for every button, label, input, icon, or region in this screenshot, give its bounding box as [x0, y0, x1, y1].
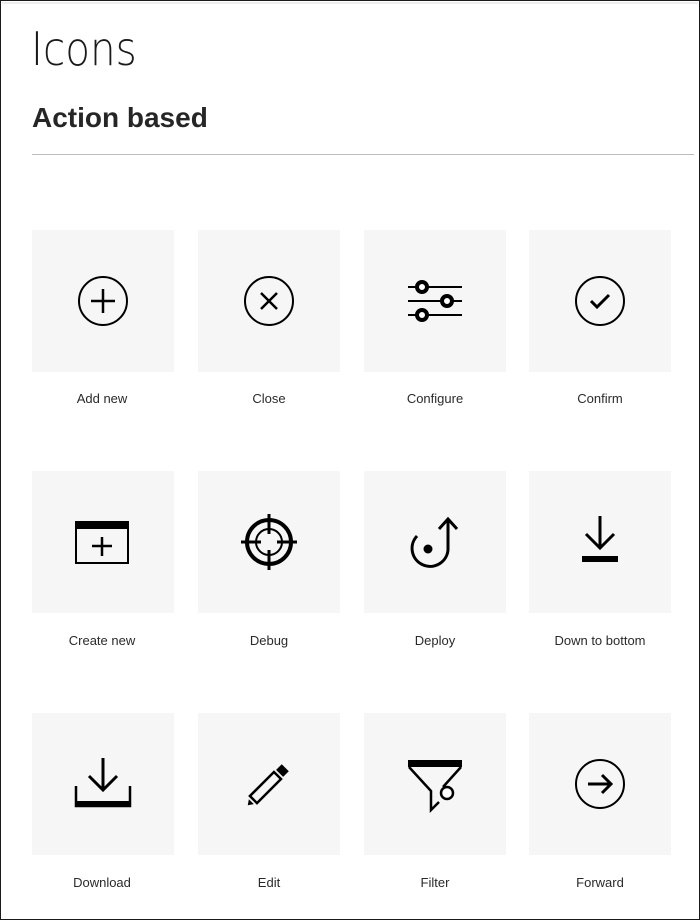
icon-label: Download [73, 875, 131, 890]
section-divider [32, 154, 694, 155]
icon-tile-download[interactable] [32, 713, 174, 855]
icon-label: Close [252, 391, 286, 406]
crosshair-icon [241, 514, 297, 570]
new-window-icon [75, 521, 129, 564]
icon-tile-edit[interactable] [198, 713, 340, 855]
icon-tile-create-new[interactable] [32, 471, 174, 613]
checkmark-circle-icon [575, 276, 625, 326]
icon-label: Create new [68, 633, 136, 648]
down-to-bottom-icon [582, 516, 618, 562]
icon-label: Confirm [577, 391, 623, 406]
icon-label: Filter [420, 875, 450, 890]
icon-label: Configure [406, 391, 464, 406]
icon-label: Edit [257, 875, 281, 890]
section-title: Action based [32, 102, 208, 133]
download-icon [74, 758, 132, 808]
icon-tile-close[interactable] [198, 230, 340, 372]
close-circle-icon [244, 276, 294, 326]
sliders-icon [408, 280, 462, 322]
icon-label: Debug [249, 633, 289, 648]
icon-tile-add-new[interactable] [32, 230, 174, 372]
arrow-right-circle-icon [575, 759, 625, 809]
icon-tile-filter[interactable] [364, 713, 506, 855]
icon-tile-configure[interactable] [364, 230, 506, 372]
funnel-icon [408, 760, 462, 814]
icon-tile-debug[interactable] [198, 471, 340, 613]
icon-tile-down-to-bottom[interactable] [529, 471, 671, 613]
icon-label: Deploy [414, 633, 456, 648]
icon-tile-confirm[interactable] [529, 230, 671, 372]
pencil-icon [247, 764, 289, 806]
deploy-arrow-icon [410, 516, 459, 568]
icon-label: Add new [76, 391, 128, 406]
page-title: Icons [31, 22, 137, 76]
icon-tile-deploy[interactable] [364, 471, 506, 613]
icon-tile-forward[interactable] [529, 713, 671, 855]
icon-label: Forward [576, 875, 624, 890]
add-circle-icon [78, 276, 128, 326]
icon-label: Down to bottom [554, 633, 646, 648]
